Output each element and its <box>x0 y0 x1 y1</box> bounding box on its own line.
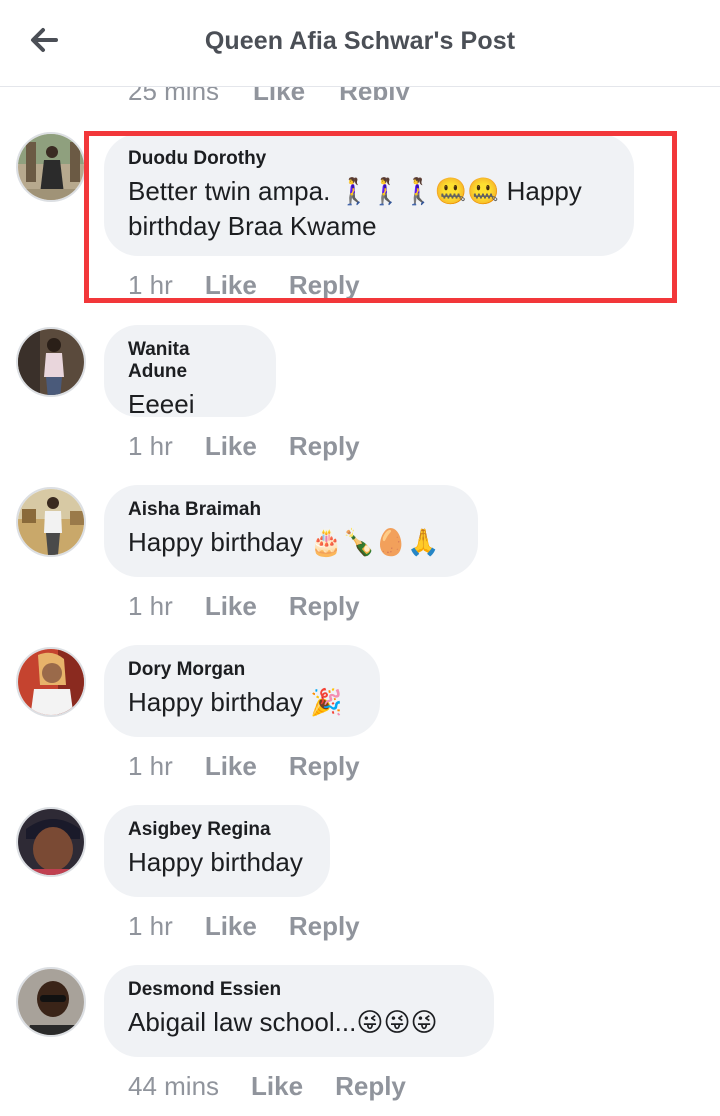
comment-text: Happy birthday 🎂🍾🥚🙏 <box>128 527 440 557</box>
comment-author[interactable]: Wanita Adune <box>128 339 252 383</box>
comment-meta: 1 hr Like Reply <box>128 591 360 622</box>
comment-meta: 1 hr Like Reply <box>128 431 360 462</box>
comment-author[interactable]: Aisha Braimah <box>128 499 454 521</box>
comment-bubble: Wanita Adune Eeeei <box>104 325 276 419</box>
highlight-box <box>84 131 677 303</box>
avatar[interactable] <box>16 487 86 557</box>
comment-meta: 44 mins Like Reply <box>128 1071 406 1102</box>
comment-bubble: Desmond Essien Abigail law school...😜😜😜 <box>104 965 494 1057</box>
avatar[interactable] <box>16 132 86 202</box>
like-button[interactable]: Like <box>205 751 257 782</box>
comment-text: Abigail law school...😜😜😜 <box>128 1007 438 1037</box>
comment-meta: 1 hr Like Reply <box>128 911 360 942</box>
reply-button[interactable]: Reply <box>289 591 360 622</box>
avatar[interactable] <box>16 647 86 717</box>
comment-meta: 1 hr Like Reply <box>128 751 360 782</box>
comment-text: Happy birthday 🎉 <box>128 687 343 717</box>
like-button[interactable]: Like <box>205 591 257 622</box>
comment-time: 1 hr <box>128 591 173 621</box>
reply-button[interactable]: Reply <box>289 751 360 782</box>
avatar[interactable] <box>16 807 86 877</box>
comment-author[interactable]: Desmond Essien <box>128 979 470 1001</box>
like-button[interactable]: Like <box>205 431 257 462</box>
avatar[interactable] <box>16 327 86 397</box>
comment-time: 1 hr <box>128 751 173 781</box>
avatar[interactable] <box>16 967 86 1037</box>
comment-author[interactable]: Dory Morgan <box>128 659 356 681</box>
comment-time: 1 hr <box>128 911 173 941</box>
reply-button[interactable]: Reply <box>335 1071 406 1102</box>
like-button[interactable]: Like <box>205 911 257 942</box>
header-bar: Queen Afia Schwar's Post <box>0 0 720 87</box>
reply-button[interactable]: Reply <box>289 911 360 942</box>
comment-text: Eeeei <box>128 389 195 419</box>
page-title: Queen Afia Schwar's Post <box>204 27 516 55</box>
comment-bubble: Dory Morgan Happy birthday 🎉 <box>104 645 380 737</box>
like-button[interactable]: Like <box>251 1071 303 1102</box>
comment-bubble: Asigbey Regina Happy birthday <box>104 805 330 897</box>
comment-time: 44 mins <box>128 1071 220 1101</box>
reply-button[interactable]: Reply <box>289 431 360 462</box>
comment-author[interactable]: Asigbey Regina <box>128 819 306 841</box>
comment-text: Happy birthday <box>128 847 303 877</box>
comment-time: 1 hr <box>128 431 173 461</box>
comment-bubble: Aisha Braimah Happy birthday 🎂🍾🥚🙏 <box>104 485 478 577</box>
